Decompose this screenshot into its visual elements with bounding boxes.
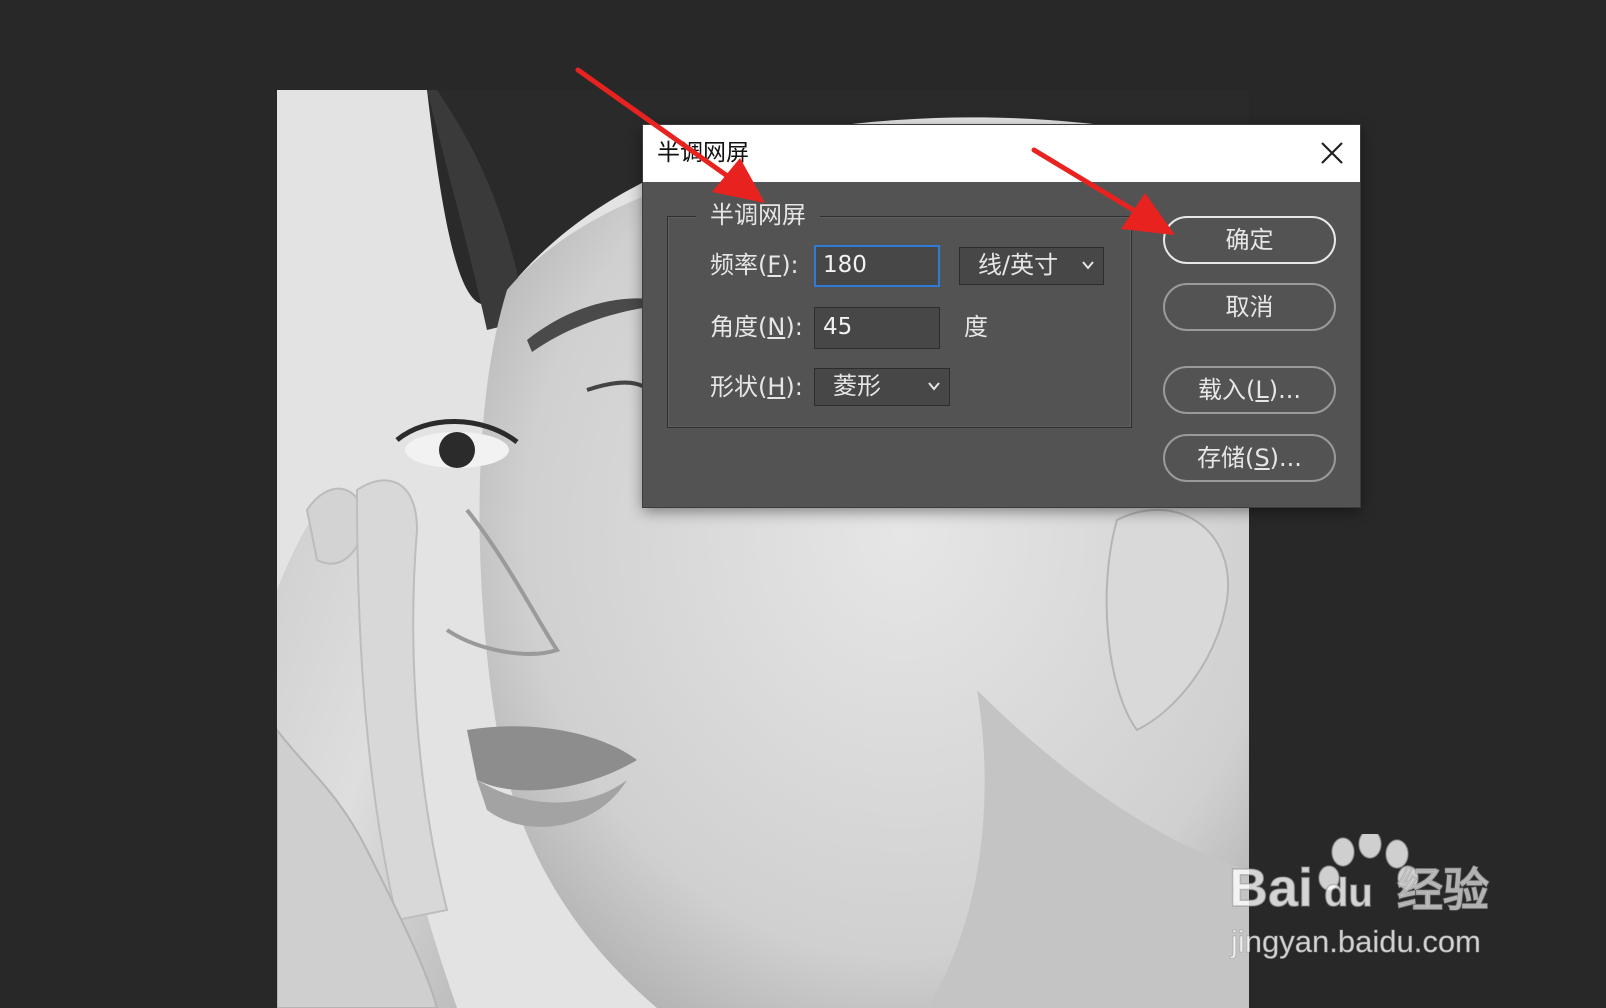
svg-text:jingyan.baidu.com: jingyan.baidu.com	[1230, 924, 1481, 959]
group-title: 半调网屏	[696, 197, 820, 233]
dialog-title: 半调网屏	[657, 140, 749, 166]
load-label-prefix: 载入(	[1198, 376, 1256, 404]
angle-unit-label: 度	[964, 313, 988, 341]
svg-text:经验: 经验	[1397, 863, 1489, 917]
load-button[interactable]: 载入(L)...	[1163, 366, 1336, 414]
frequency-label: 频率(F):	[710, 250, 799, 280]
load-label-key: L	[1255, 376, 1269, 404]
halftone-dialog: 半调网屏 半调网屏 频率(F): 180 线/英寸 角度(N): 45 度 形状…	[643, 125, 1360, 507]
chevron-down-icon	[927, 379, 941, 393]
frequency-label-prefix: 频率(	[710, 251, 768, 279]
svg-text:du: du	[1324, 871, 1373, 915]
save-button[interactable]: 存储(S)...	[1163, 434, 1336, 482]
angle-label-suffix: ):	[785, 313, 803, 341]
frequency-input[interactable]: 180	[814, 245, 940, 287]
shape-label: 形状(H):	[710, 372, 803, 402]
shape-value: 菱形	[833, 372, 881, 400]
shape-label-prefix: 形状(	[710, 373, 768, 401]
baidu-jingyan-watermark: Bai du 经验 jingyan.baidu.com	[1228, 834, 1490, 960]
angle-label: 角度(N):	[710, 312, 803, 342]
svg-text:Bai: Bai	[1229, 858, 1313, 918]
angle-label-prefix: 角度(	[710, 313, 768, 341]
ok-button[interactable]: 确定	[1163, 216, 1336, 264]
chevron-down-icon	[1081, 258, 1095, 272]
close-button[interactable]	[1316, 137, 1348, 169]
save-label-prefix: 存储(	[1197, 444, 1255, 472]
cancel-button[interactable]: 取消	[1163, 283, 1336, 331]
dialog-titlebar[interactable]: 半调网屏	[643, 125, 1360, 182]
save-label-suffix: )...	[1269, 444, 1302, 472]
angle-input[interactable]: 45	[814, 307, 940, 349]
frequency-label-key: F	[767, 251, 782, 279]
frequency-unit-value: 线/英寸	[978, 251, 1059, 279]
close-icon	[1321, 142, 1343, 164]
save-label-key: S	[1254, 444, 1270, 472]
halftone-group: 半调网屏 频率(F): 180 线/英寸 角度(N): 45 度 形状(H): …	[667, 197, 1132, 428]
shape-label-key: H	[767, 373, 786, 401]
frequency-label-suffix: ):	[781, 251, 799, 279]
shape-label-suffix: ):	[785, 373, 803, 401]
frequency-unit-select[interactable]: 线/英寸	[959, 247, 1104, 285]
angle-label-key: N	[767, 313, 786, 341]
load-label-suffix: )...	[1268, 376, 1301, 404]
shape-select[interactable]: 菱形	[814, 368, 950, 406]
